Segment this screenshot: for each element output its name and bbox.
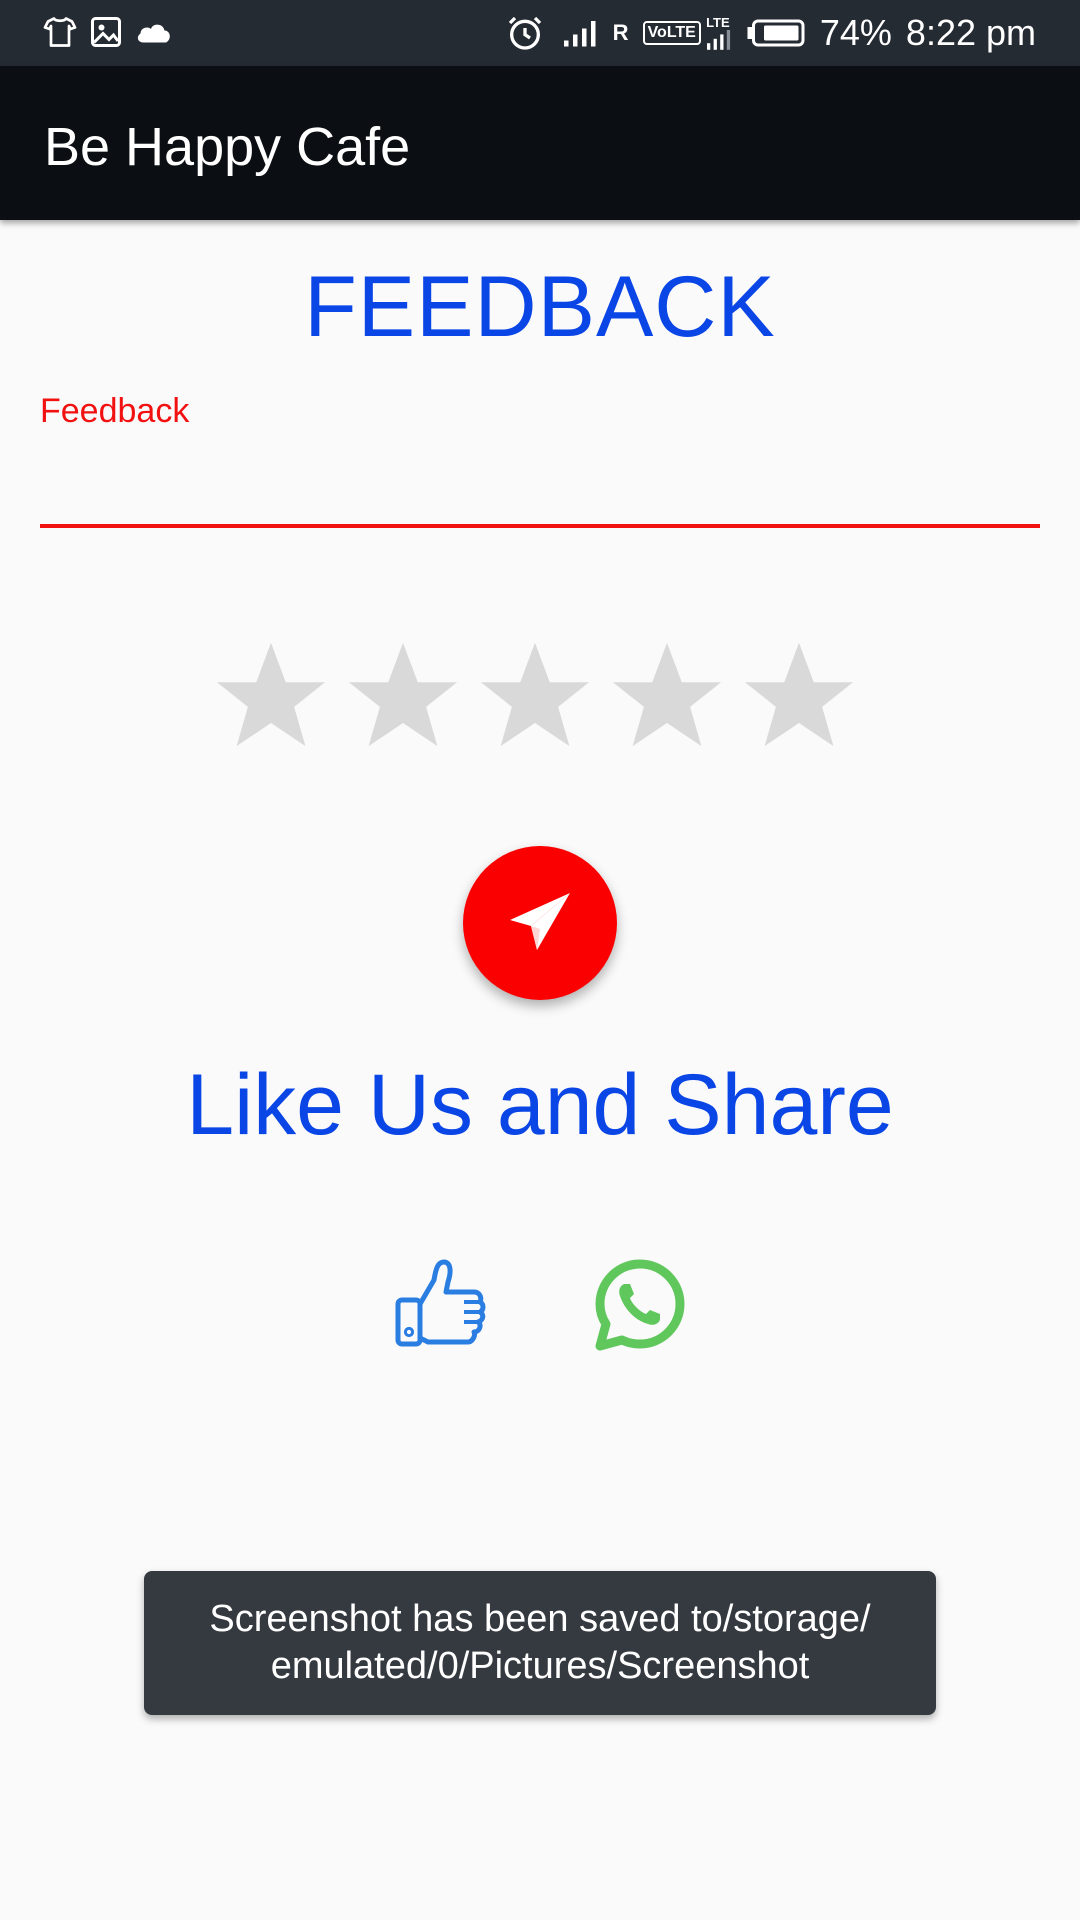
alarm-icon (508, 16, 541, 50)
star-icon[interactable] (608, 638, 726, 756)
paper-plane-icon (510, 893, 570, 950)
app-bar: Be Happy Cafe (0, 66, 1080, 220)
status-bar-right: R VoLTE LTE 74% 8:22 pm (505, 0, 1036, 66)
star-icon[interactable] (212, 638, 330, 756)
battery-icon (747, 19, 805, 47)
lte-label: LTE (706, 14, 730, 30)
volte-icon: VoLTE LTE (642, 14, 732, 52)
star-icon[interactable] (476, 638, 594, 756)
toast-message: Screenshot has been saved to/storage/ em… (144, 1571, 936, 1715)
lte-signal-icon (706, 29, 730, 50)
app-title: Be Happy Cafe (44, 117, 411, 177)
thumbs-up-icon[interactable] (392, 1256, 488, 1352)
roaming-indicator: R (612, 20, 629, 45)
clock: 8:22 pm (905, 12, 1036, 53)
image-icon (91, 17, 121, 47)
star-rating[interactable] (212, 638, 858, 756)
send-button[interactable] (463, 846, 617, 1000)
whatsapp-icon[interactable] (592, 1256, 688, 1352)
star-icon[interactable] (740, 638, 858, 756)
shirt-icon (43, 17, 77, 47)
page-title: FEEDBACK (304, 259, 776, 355)
feedback-label: Feedback (40, 392, 190, 430)
toast-text: Screenshot has been saved to/storage/ em… (209, 1598, 871, 1687)
battery-percent: 74% (819, 12, 892, 53)
cloud-icon (137, 24, 170, 43)
star-icon[interactable] (344, 638, 462, 756)
status-bar-left (42, 14, 174, 50)
volte-badge: VoLTE (642, 21, 701, 45)
share-heading: Like Us and Share (186, 1057, 894, 1153)
status-bar: R VoLTE LTE 74% 8:22 pm (0, 0, 1080, 66)
feedback-input[interactable] (40, 440, 1040, 528)
signal-icon (563, 21, 596, 47)
